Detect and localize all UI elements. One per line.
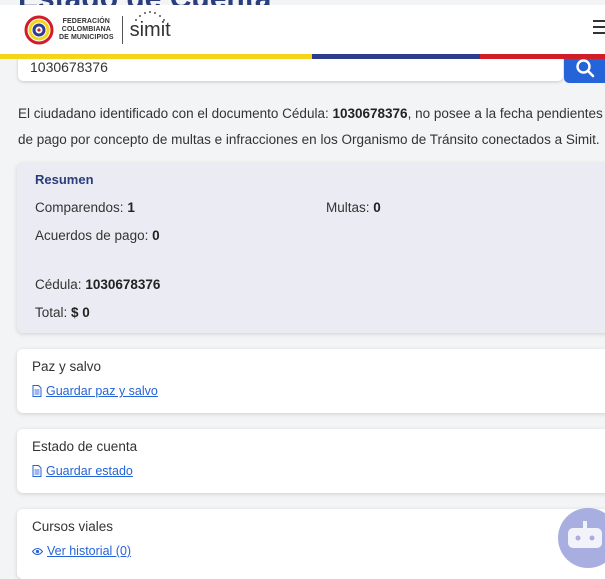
status-message: El ciudadano identificado con el documen… (18, 106, 603, 147)
multas-summary: Multas: 0 (326, 200, 381, 215)
flag-stripe-yellow (0, 54, 312, 59)
cedula-summary: Cédula: 1030678376 (35, 277, 161, 292)
card-title: Cursos viales (32, 519, 114, 534)
total-summary: Total: $ 0 (35, 305, 90, 320)
document-icon (32, 385, 42, 397)
search-icon (575, 59, 594, 78)
card-title: Estado de cuenta (32, 439, 138, 454)
comparendos-summary: Comparendos: 1 (35, 200, 135, 215)
acuerdos-summary: Acuerdos de pago: 0 (35, 228, 160, 243)
guardar-estado-link[interactable]: Guardar estado (32, 464, 133, 478)
logo-divider (121, 16, 123, 44)
robot-icon (568, 521, 602, 548)
flag-stripe-blue (312, 54, 480, 59)
card-title: Paz y salvo (32, 359, 102, 374)
simit-logo: simit (130, 10, 171, 42)
resumen-title: Resumen (35, 172, 94, 187)
hamburger-menu-icon[interactable] (593, 20, 605, 38)
simit-dots-icon (134, 10, 165, 21)
resumen-panel: Resumen Comparendos: 1 Multas: 0 Acuerdo… (17, 163, 605, 333)
fcm-simit-logo[interactable]: FEDERACIÓN COLOMBIANA DE MUNICIPIOS simi… (24, 10, 171, 49)
paz-y-salvo-card: Paz y salvo Guardar paz y salvo (17, 349, 605, 413)
document-number: 1030678376 (332, 106, 408, 121)
ver-historial-link[interactable]: Ver historial (0) (32, 544, 131, 558)
fcm-logo-icon (24, 15, 54, 45)
fcm-logo-text: FEDERACIÓN COLOMBIANA DE MUNICIPIOS (59, 18, 114, 41)
eye-icon (32, 547, 43, 555)
flag-stripe-red (480, 54, 605, 59)
estado-de-cuenta-card: Estado de cuenta Guardar estado (17, 429, 605, 493)
site-header: FEDERACIÓN COLOMBIANA DE MUNICIPIOS simi… (0, 5, 605, 54)
chatbot-button[interactable] (558, 508, 605, 568)
document-icon (32, 465, 42, 477)
guardar-paz-y-salvo-link[interactable]: Guardar paz y salvo (32, 384, 158, 398)
